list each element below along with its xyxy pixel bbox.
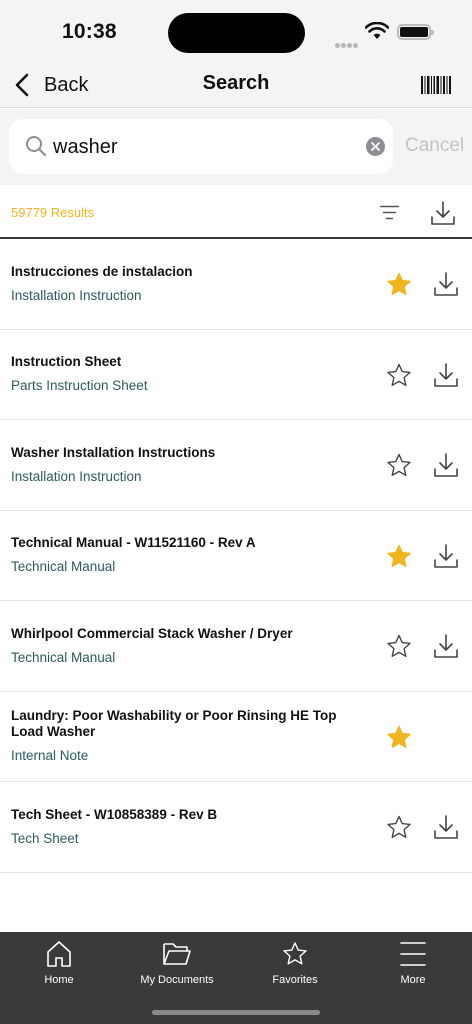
tab-my-documents[interactable]: My Documents xyxy=(118,940,236,990)
chevron-left-icon xyxy=(15,73,29,97)
tab-label: Home xyxy=(44,974,74,986)
download-icon[interactable] xyxy=(434,271,458,297)
list-item-texts: Instrucciones de instalacion Installatio… xyxy=(11,239,361,329)
list-item-texts: Instruction Sheet Parts Instruction Shee… xyxy=(11,330,361,420)
list-item-texts: Whirlpool Commercial Stack Washer / Drye… xyxy=(11,601,361,691)
search-row: Cancel xyxy=(0,109,472,185)
download-icon[interactable] xyxy=(434,362,458,388)
item-subtitle: Internal Note xyxy=(11,748,89,764)
barcode-scan-icon[interactable] xyxy=(421,74,451,96)
item-title: Laundry: Poor Washability or Poor Rinsin… xyxy=(11,708,337,740)
list-item[interactable]: Laundry: Poor Washability or Poor Rinsin… xyxy=(0,692,472,782)
download-icon[interactable] xyxy=(434,543,458,569)
search-input[interactable] xyxy=(53,131,363,163)
search-box[interactable] xyxy=(9,119,393,174)
download-all-icon[interactable] xyxy=(431,200,455,226)
menu-icon xyxy=(400,942,426,966)
clear-search-icon[interactable] xyxy=(366,137,385,156)
item-subtitle: Technical Manual xyxy=(11,559,116,575)
home-indicator xyxy=(152,1010,320,1015)
favorite-star-outline-icon[interactable] xyxy=(386,453,412,478)
navigation-bar: Back Search xyxy=(0,62,472,108)
download-icon[interactable] xyxy=(434,452,458,478)
status-time: 10:38 xyxy=(62,20,117,43)
favorite-star-filled-icon[interactable] xyxy=(386,272,412,297)
favorite-star-filled-icon[interactable] xyxy=(386,725,412,750)
search-icon xyxy=(26,136,47,157)
star-icon xyxy=(283,942,307,965)
item-title: Tech Sheet - W10858389 - Rev B xyxy=(11,806,218,822)
results-count: 59779 Results xyxy=(11,205,95,220)
home-icon xyxy=(47,941,71,967)
list-item[interactable]: Tech Sheet - W10858389 - Rev B Tech Shee… xyxy=(0,782,472,873)
item-subtitle: Installation Instruction xyxy=(11,468,142,484)
list-item[interactable]: Whirlpool Commercial Stack Washer / Drye… xyxy=(0,601,472,692)
cancel-button[interactable]: Cancel xyxy=(405,135,464,157)
list-item-texts: Laundry: Poor Washability or Poor Rinsin… xyxy=(11,692,361,782)
status-bar: 10:38 xyxy=(0,0,472,62)
tab-home[interactable]: Home xyxy=(0,940,118,990)
wifi-icon xyxy=(365,22,389,39)
list-item[interactable]: Technical Manual - W11521160 - Rev A Tec… xyxy=(0,511,472,601)
filter-icon[interactable] xyxy=(380,205,399,220)
back-label: Back xyxy=(44,73,89,96)
cellular-signal-icon xyxy=(335,35,359,48)
item-subtitle: Installation Instruction xyxy=(11,287,142,303)
tab-more[interactable]: More xyxy=(354,940,472,990)
download-icon[interactable] xyxy=(434,633,458,659)
item-title: Instruction Sheet xyxy=(11,354,122,370)
folder-icon xyxy=(163,943,191,965)
tab-bar: Home My Documents Favorites More xyxy=(0,932,472,1024)
list-item-texts: Technical Manual - W11521160 - Rev A Tec… xyxy=(11,511,361,601)
favorite-star-outline-icon[interactable] xyxy=(386,634,412,659)
list-item[interactable]: Washer Installation Instructions Install… xyxy=(0,420,472,511)
favorite-star-outline-icon[interactable] xyxy=(386,363,412,388)
item-title: Instrucciones de instalacion xyxy=(11,263,193,279)
back-button[interactable]: Back xyxy=(12,70,88,100)
battery-icon xyxy=(397,24,434,40)
results-list: Instrucciones de instalacion Installatio… xyxy=(0,239,472,873)
tab-label: More xyxy=(400,974,426,986)
tab-favorites[interactable]: Favorites xyxy=(236,940,354,990)
favorite-star-outline-icon[interactable] xyxy=(386,815,412,840)
tab-label: My Documents xyxy=(140,974,214,986)
item-subtitle: Technical Manual xyxy=(11,649,116,665)
item-title: Whirlpool Commercial Stack Washer / Drye… xyxy=(11,625,293,641)
dynamic-island xyxy=(168,13,305,53)
tab-label: Favorites xyxy=(272,974,318,986)
favorite-star-filled-icon[interactable] xyxy=(386,544,412,569)
item-title: Technical Manual - W11521160 - Rev A xyxy=(11,535,256,551)
list-item-texts: Washer Installation Instructions Install… xyxy=(11,420,361,510)
list-item[interactable]: Instruction Sheet Parts Instruction Shee… xyxy=(0,330,472,420)
list-item[interactable]: Instrucciones de instalacion Installatio… xyxy=(0,239,472,330)
item-title: Washer Installation Instructions xyxy=(11,444,216,460)
item-subtitle: Tech Sheet xyxy=(11,830,79,846)
item-subtitle: Parts Instruction Sheet xyxy=(11,378,148,394)
list-item-texts: Tech Sheet - W10858389 - Rev B Tech Shee… xyxy=(11,782,361,872)
results-header: 59779 Results xyxy=(0,185,472,239)
download-icon[interactable] xyxy=(434,814,458,840)
